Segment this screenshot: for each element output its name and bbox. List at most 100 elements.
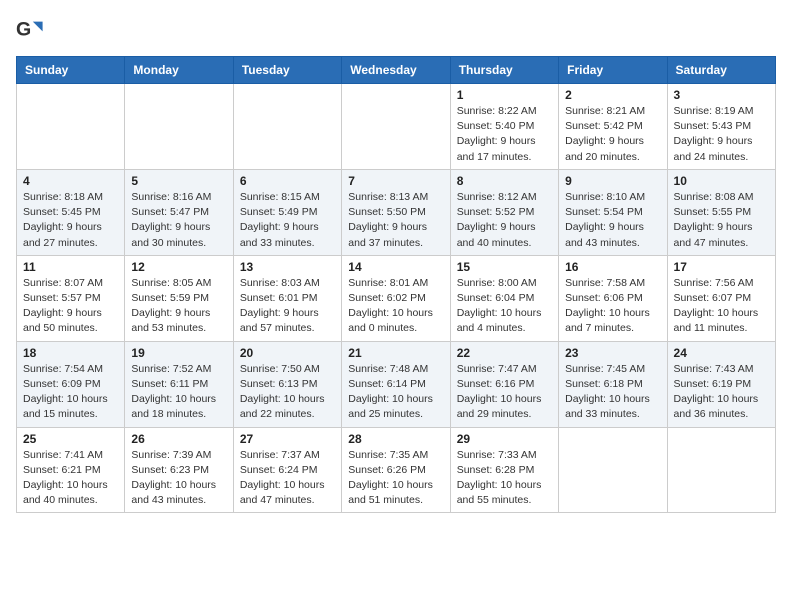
calendar-cell: 12 Sunrise: 8:05 AMSunset: 5:59 PMDayligh… (125, 255, 233, 341)
day-info: Sunrise: 7:37 AMSunset: 6:24 PMDaylight:… (240, 448, 335, 509)
weekday-header: Thursday (450, 57, 558, 84)
day-info: Sunrise: 7:48 AMSunset: 6:14 PMDaylight:… (348, 362, 443, 423)
weekday-header: Wednesday (342, 57, 450, 84)
calendar-cell: 3 Sunrise: 8:19 AMSunset: 5:43 PMDaylight… (667, 84, 775, 170)
day-number: 8 (457, 174, 552, 188)
calendar-cell: 24 Sunrise: 7:43 AMSunset: 6:19 PMDayligh… (667, 341, 775, 427)
calendar-cell: 4 Sunrise: 8:18 AMSunset: 5:45 PMDaylight… (17, 169, 125, 255)
svg-text:G: G (16, 19, 31, 41)
day-number: 23 (565, 346, 660, 360)
day-number: 28 (348, 432, 443, 446)
calendar-cell: 26 Sunrise: 7:39 AMSunset: 6:23 PMDayligh… (125, 427, 233, 513)
day-info: Sunrise: 8:18 AMSunset: 5:45 PMDaylight:… (23, 190, 118, 251)
calendar-cell: 22 Sunrise: 7:47 AMSunset: 6:16 PMDayligh… (450, 341, 558, 427)
calendar-cell: 2 Sunrise: 8:21 AMSunset: 5:42 PMDaylight… (559, 84, 667, 170)
day-info: Sunrise: 7:52 AMSunset: 6:11 PMDaylight:… (131, 362, 226, 423)
calendar-cell: 29 Sunrise: 7:33 AMSunset: 6:28 PMDayligh… (450, 427, 558, 513)
calendar-week-row: 4 Sunrise: 8:18 AMSunset: 5:45 PMDaylight… (17, 169, 776, 255)
day-info: Sunrise: 8:19 AMSunset: 5:43 PMDaylight:… (674, 104, 769, 165)
day-info: Sunrise: 7:43 AMSunset: 6:19 PMDaylight:… (674, 362, 769, 423)
calendar-cell: 15 Sunrise: 8:00 AMSunset: 6:04 PMDayligh… (450, 255, 558, 341)
calendar-cell: 1 Sunrise: 8:22 AMSunset: 5:40 PMDaylight… (450, 84, 558, 170)
calendar-week-row: 25 Sunrise: 7:41 AMSunset: 6:21 PMDayligh… (17, 427, 776, 513)
day-number: 16 (565, 260, 660, 274)
day-number: 15 (457, 260, 552, 274)
calendar-cell: 28 Sunrise: 7:35 AMSunset: 6:26 PMDayligh… (342, 427, 450, 513)
day-info: Sunrise: 7:56 AMSunset: 6:07 PMDaylight:… (674, 276, 769, 337)
weekday-header: Saturday (667, 57, 775, 84)
weekday-header: Friday (559, 57, 667, 84)
day-info: Sunrise: 7:41 AMSunset: 6:21 PMDaylight:… (23, 448, 118, 509)
day-number: 27 (240, 432, 335, 446)
calendar-cell: 14 Sunrise: 8:01 AMSunset: 6:02 PMDayligh… (342, 255, 450, 341)
day-number: 6 (240, 174, 335, 188)
day-info: Sunrise: 7:39 AMSunset: 6:23 PMDaylight:… (131, 448, 226, 509)
day-info: Sunrise: 8:03 AMSunset: 6:01 PMDaylight:… (240, 276, 335, 337)
calendar-header-row: SundayMondayTuesdayWednesdayThursdayFrid… (17, 57, 776, 84)
day-info: Sunrise: 8:08 AMSunset: 5:55 PMDaylight:… (674, 190, 769, 251)
calendar-cell (342, 84, 450, 170)
calendar-week-row: 1 Sunrise: 8:22 AMSunset: 5:40 PMDaylight… (17, 84, 776, 170)
day-number: 22 (457, 346, 552, 360)
weekday-header: Monday (125, 57, 233, 84)
day-info: Sunrise: 8:16 AMSunset: 5:47 PMDaylight:… (131, 190, 226, 251)
day-number: 18 (23, 346, 118, 360)
day-number: 1 (457, 88, 552, 102)
day-number: 3 (674, 88, 769, 102)
day-number: 26 (131, 432, 226, 446)
calendar-week-row: 18 Sunrise: 7:54 AMSunset: 6:09 PMDayligh… (17, 341, 776, 427)
calendar-cell: 20Sunrise: 7:50 AMSunset: 6:13 PMDayligh… (233, 341, 341, 427)
calendar-cell (125, 84, 233, 170)
day-info: Sunrise: 8:01 AMSunset: 6:02 PMDaylight:… (348, 276, 443, 337)
day-info: Sunrise: 8:22 AMSunset: 5:40 PMDaylight:… (457, 104, 552, 165)
day-number: 5 (131, 174, 226, 188)
calendar-cell (559, 427, 667, 513)
day-info: Sunrise: 7:58 AMSunset: 6:06 PMDaylight:… (565, 276, 660, 337)
day-number: 7 (348, 174, 443, 188)
calendar-cell: 10Sunrise: 8:08 AMSunset: 5:55 PMDayligh… (667, 169, 775, 255)
calendar-cell (233, 84, 341, 170)
day-number: 13 (240, 260, 335, 274)
day-number: 12 (131, 260, 226, 274)
day-number: 25 (23, 432, 118, 446)
calendar-cell: 16 Sunrise: 7:58 AMSunset: 6:06 PMDayligh… (559, 255, 667, 341)
day-number: 4 (23, 174, 118, 188)
header: G (16, 16, 776, 44)
day-number: 11 (23, 260, 118, 274)
calendar-week-row: 11 Sunrise: 8:07 AMSunset: 5:57 PMDayligh… (17, 255, 776, 341)
calendar-cell: 6 Sunrise: 8:15 AMSunset: 5:49 PMDaylight… (233, 169, 341, 255)
day-info: Sunrise: 8:12 AMSunset: 5:52 PMDaylight:… (457, 190, 552, 251)
day-number: 24 (674, 346, 769, 360)
day-info: Sunrise: 8:15 AMSunset: 5:49 PMDaylight:… (240, 190, 335, 251)
day-info: Sunrise: 7:33 AMSunset: 6:28 PMDaylight:… (457, 448, 552, 509)
day-info: Sunrise: 8:07 AMSunset: 5:57 PMDaylight:… (23, 276, 118, 337)
day-number: 17 (674, 260, 769, 274)
calendar-cell: 5 Sunrise: 8:16 AMSunset: 5:47 PMDaylight… (125, 169, 233, 255)
calendar-cell: 17 Sunrise: 7:56 AMSunset: 6:07 PMDayligh… (667, 255, 775, 341)
day-info: Sunrise: 8:10 AMSunset: 5:54 PMDaylight:… (565, 190, 660, 251)
day-info: Sunrise: 7:35 AMSunset: 6:26 PMDaylight:… (348, 448, 443, 509)
day-number: 19 (131, 346, 226, 360)
calendar-cell: 7 Sunrise: 8:13 AMSunset: 5:50 PMDaylight… (342, 169, 450, 255)
calendar-cell: 11 Sunrise: 8:07 AMSunset: 5:57 PMDayligh… (17, 255, 125, 341)
calendar-cell: 23 Sunrise: 7:45 AMSunset: 6:18 PMDayligh… (559, 341, 667, 427)
calendar-cell: 9 Sunrise: 8:10 AMSunset: 5:54 PMDaylight… (559, 169, 667, 255)
calendar-cell: 18 Sunrise: 7:54 AMSunset: 6:09 PMDayligh… (17, 341, 125, 427)
logo: G (16, 16, 48, 44)
day-info: Sunrise: 8:00 AMSunset: 6:04 PMDaylight:… (457, 276, 552, 337)
day-info: Sunrise: 8:05 AMSunset: 5:59 PMDaylight:… (131, 276, 226, 337)
day-info: Sunrise: 8:13 AMSunset: 5:50 PMDaylight:… (348, 190, 443, 251)
day-number: 29 (457, 432, 552, 446)
day-number: 14 (348, 260, 443, 274)
day-number: 20 (240, 346, 335, 360)
day-info: Sunrise: 7:45 AMSunset: 6:18 PMDaylight:… (565, 362, 660, 423)
day-info: Sunrise: 7:54 AMSunset: 6:09 PMDaylight:… (23, 362, 118, 423)
weekday-header: Tuesday (233, 57, 341, 84)
day-info: Sunrise: 8:21 AMSunset: 5:42 PMDaylight:… (565, 104, 660, 165)
day-number: 2 (565, 88, 660, 102)
calendar-cell (667, 427, 775, 513)
day-info: Sunrise: 7:47 AMSunset: 6:16 PMDaylight:… (457, 362, 552, 423)
calendar-cell: 21Sunrise: 7:48 AMSunset: 6:14 PMDayligh… (342, 341, 450, 427)
day-number: 9 (565, 174, 660, 188)
calendar-cell: 25 Sunrise: 7:41 AMSunset: 6:21 PMDayligh… (17, 427, 125, 513)
